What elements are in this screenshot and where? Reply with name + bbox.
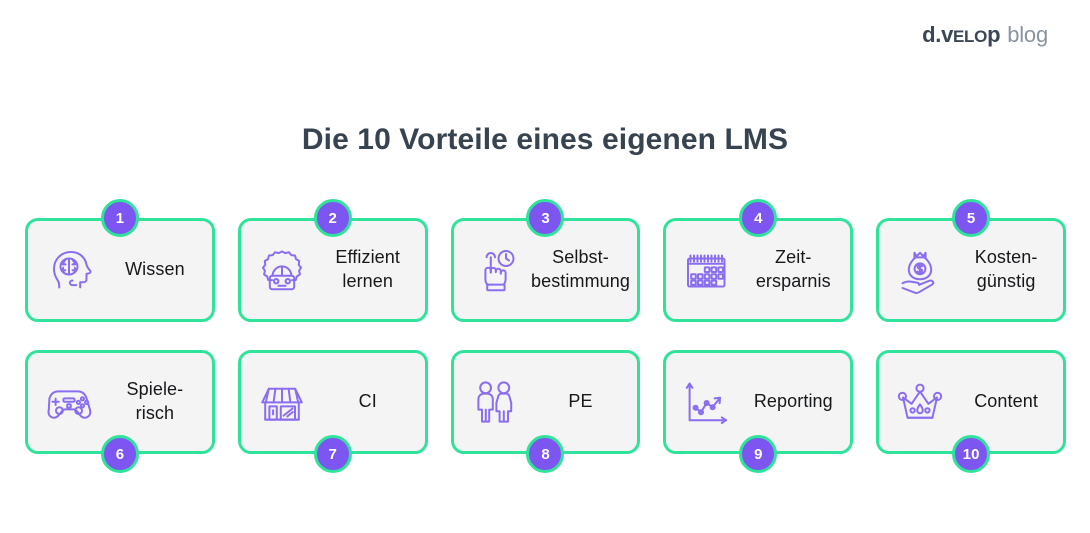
calendar-icon [678, 241, 736, 299]
card-label: PE [568, 391, 593, 412]
badge-number-1: 1 [100, 199, 139, 237]
card-label: CI [358, 391, 377, 412]
badge-number-10: 10 [952, 435, 991, 473]
card-label: Wissen [125, 259, 185, 280]
badge-number-5: 5 [952, 199, 991, 237]
card-label: Selbst- bestimmung [530, 247, 631, 291]
badge-label: 8 [541, 445, 550, 463]
badge-label: 3 [541, 209, 550, 227]
card-label: Spiele- risch [126, 379, 184, 423]
brain-head-icon [40, 241, 98, 299]
benefit-card-pe[interactable]: 8 PE [450, 350, 641, 473]
benefit-card-zeitersparnis[interactable]: 4 Zeit- ersparnis [663, 199, 854, 322]
badge-number-3: 3 [526, 199, 565, 237]
logo-word: blog [1007, 22, 1048, 47]
badge-label: 1 [115, 209, 125, 227]
robot-gear-icon [253, 241, 311, 299]
logo-mark-smallcaps: ELO [953, 27, 988, 46]
benefit-card-spielerisch[interactable]: 6 Spiele- risch [25, 350, 215, 473]
card-label: Reporting [753, 391, 833, 412]
gamepad-icon [40, 373, 98, 431]
badge-number-9: 9 [739, 435, 778, 473]
benefit-card-effizient-lernen[interactable]: 2 Effizient lernen [237, 199, 428, 322]
dvelop-blog-logo: d.vELOp blog [922, 22, 1048, 48]
benefit-card-kostenguenstig[interactable]: 5 Kosten- günstig [876, 199, 1066, 322]
badge-number-2: 2 [313, 199, 352, 237]
benefit-card-wissen[interactable]: 1 Wissen [25, 199, 215, 322]
money-bag-hand-icon [891, 241, 949, 299]
badge-label: 9 [754, 445, 763, 463]
crown-icon [891, 373, 949, 431]
hand-tap-clock-icon [466, 241, 524, 299]
benefit-card-content[interactable]: 10 Content [876, 350, 1066, 473]
benefit-card-selbstbestimmung[interactable]: 3 Selbst- bestimmung [450, 199, 641, 322]
badge-number-8: 8 [526, 435, 565, 473]
benefits-row-top: 1 Wissen 2 Effizient lernen 3 Selbst- be… [25, 199, 1066, 322]
two-people-icon [466, 373, 524, 431]
benefits-row-bottom: 6 Spiele- risch 7 CI 8 PE 9 Reporting 10… [25, 350, 1066, 473]
badge-label: 4 [754, 209, 763, 227]
page-title: Die 10 Vorteile eines eigenen LMS [301, 123, 789, 157]
card-label: Zeit- ersparnis [755, 247, 831, 291]
line-chart-icon [678, 373, 736, 431]
card-label: Effizient lernen [335, 247, 400, 291]
badge-number-4: 4 [739, 199, 778, 237]
card-label: Kosten- günstig [974, 247, 1038, 291]
badge-label: 10 [962, 445, 980, 463]
benefit-card-reporting[interactable]: 9 Reporting [663, 350, 854, 473]
badge-label: 2 [328, 209, 337, 227]
badge-label: 5 [966, 209, 976, 227]
logo-mark: d.vELOp [922, 22, 1000, 48]
benefits-grid: 1 Wissen 2 Effizient lernen 3 Selbst- be… [25, 199, 1066, 473]
badge-label: 6 [115, 445, 125, 463]
card-label: Content [974, 391, 1038, 412]
badge-label: 7 [328, 445, 337, 463]
storefront-icon [253, 373, 311, 431]
logo-mark-prefix: d.v [922, 22, 954, 47]
badge-number-7: 7 [313, 435, 352, 473]
badge-number-6: 6 [100, 435, 139, 473]
logo-mark-suffix: p [987, 22, 1001, 47]
benefit-card-ci[interactable]: 7 CI [237, 350, 428, 473]
